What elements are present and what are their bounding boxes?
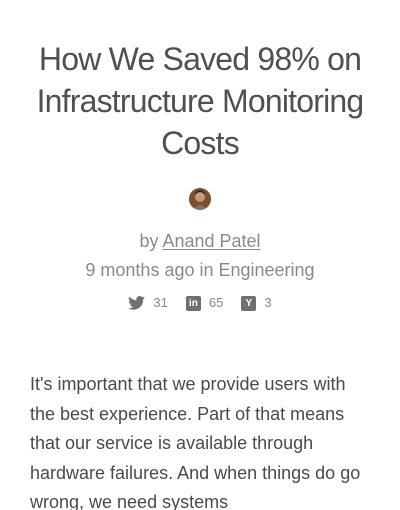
article-body: It's important that we provide users wit… xyxy=(30,374,361,510)
share-twitter[interactable]: 31 xyxy=(128,295,168,311)
share-linkedin[interactable]: in 65 xyxy=(185,295,224,311)
article-title: How We Saved 98% on Infrastructure Monit… xyxy=(36,41,365,161)
share-hacker-news[interactable]: Y 3 xyxy=(241,295,272,311)
hacker-news-icon: Y xyxy=(241,295,257,311)
hacker-news-count: 3 xyxy=(264,295,272,310)
twitter-icon xyxy=(128,296,146,310)
author-link[interactable]: Anand Patel xyxy=(162,231,260,251)
linkedin-count: 65 xyxy=(208,295,224,310)
author-avatar[interactable] xyxy=(189,188,211,210)
byline-prefix: by xyxy=(139,231,159,251)
byline: by Anand Patel xyxy=(0,230,400,252)
share-counts: 31 in 65 Y 3 xyxy=(0,295,400,311)
post-meta: 9 months ago in Engineering xyxy=(85,260,315,280)
linkedin-icon: in xyxy=(185,295,201,311)
twitter-count: 31 xyxy=(153,295,168,310)
